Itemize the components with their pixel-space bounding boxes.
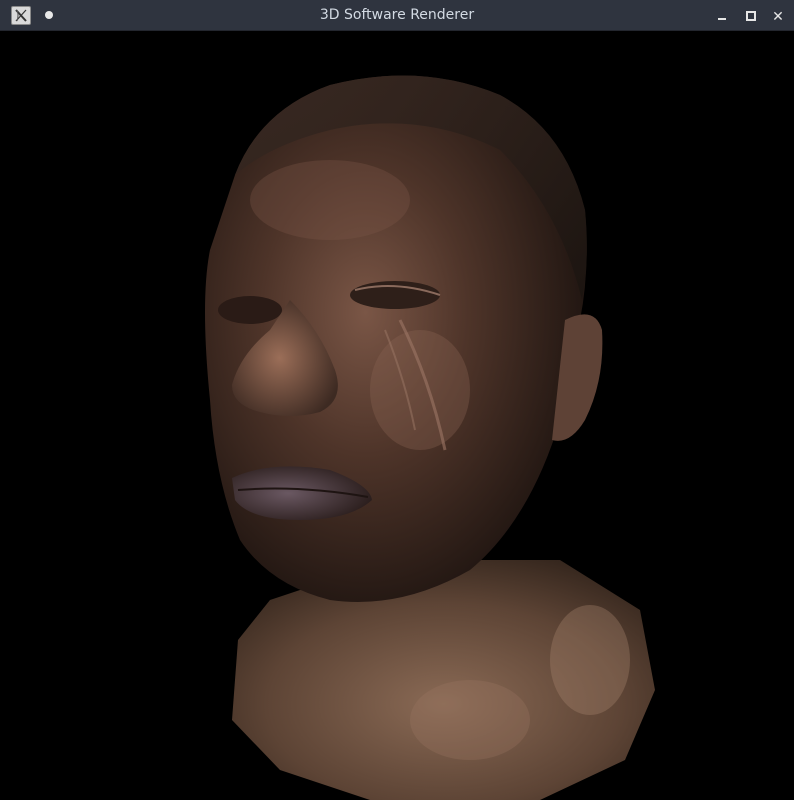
close-icon: ✕: [772, 9, 784, 25]
maximize-button[interactable]: [740, 6, 760, 26]
forehead-highlight: [250, 160, 410, 240]
title-bar[interactable]: 3D Software Renderer ✕: [0, 0, 794, 31]
cheek-highlight: [370, 330, 470, 450]
left-eye-shape: [218, 296, 282, 324]
render-viewport[interactable]: [0, 31, 794, 800]
minimize-icon: [718, 18, 726, 20]
window-title: 3D Software Renderer: [319, 7, 475, 23]
renderer-window: 3D Software Renderer ✕: [0, 0, 794, 800]
rendered-head-model: [205, 75, 655, 800]
minimize-button[interactable]: [712, 6, 732, 26]
maximize-icon: [746, 11, 756, 21]
close-button[interactable]: ✕: [768, 6, 788, 26]
